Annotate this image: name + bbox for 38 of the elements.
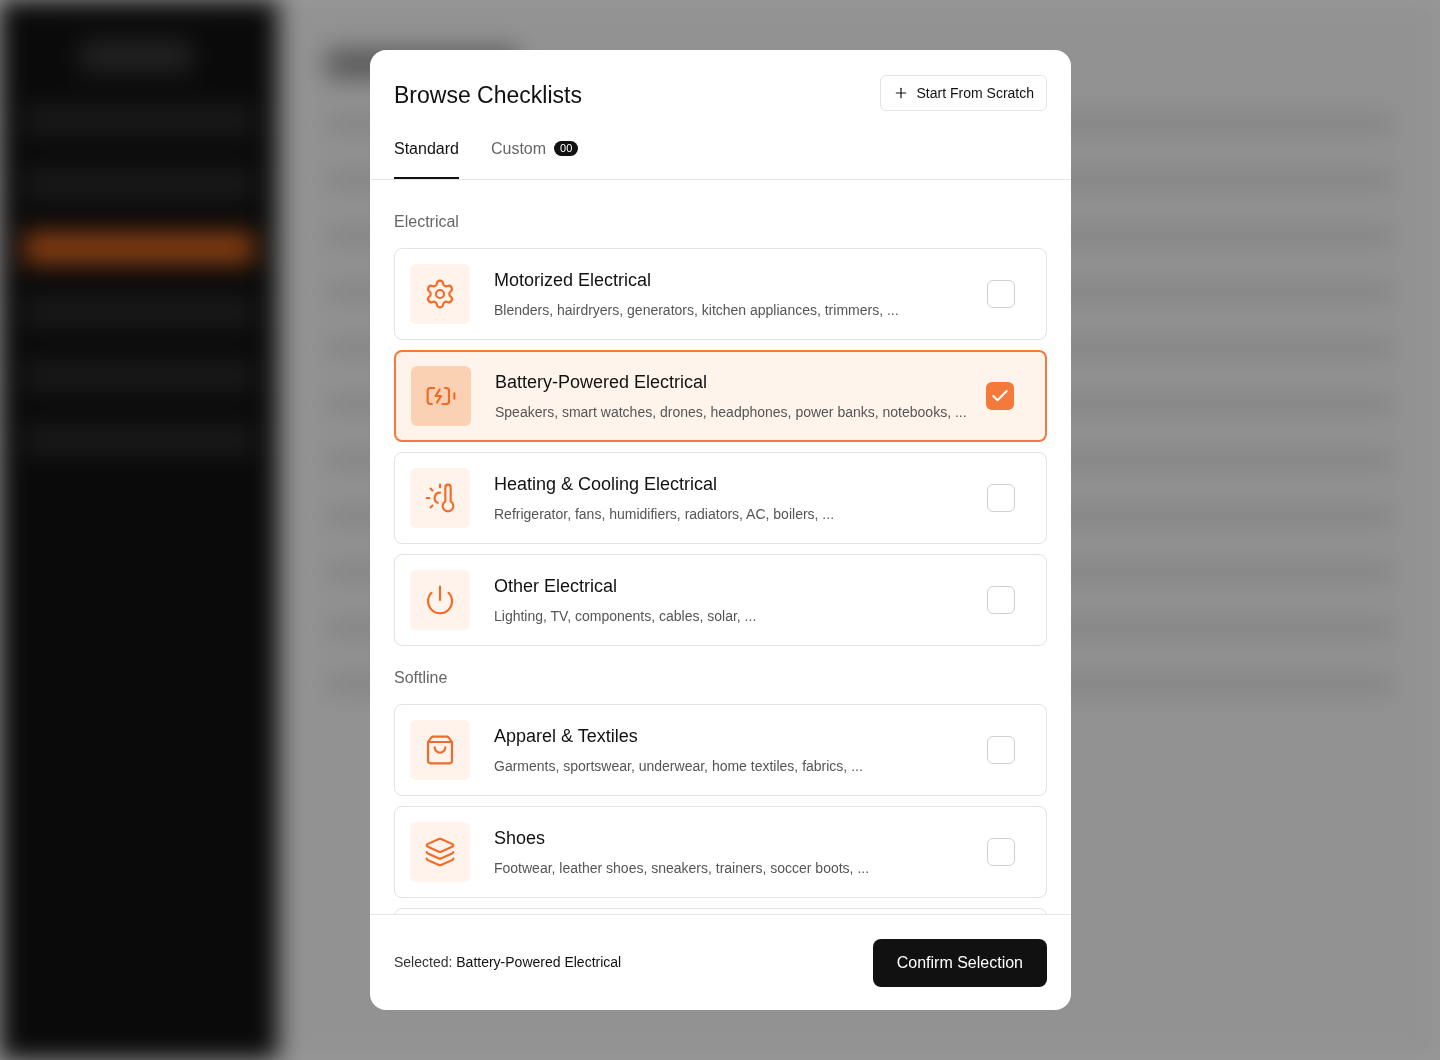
card-description: Footwear, leather shoes, sneakers, trainers, soccer boots, ... (494, 858, 871, 878)
section-heading: Softline (394, 667, 449, 688)
count-badge: 00 (554, 141, 579, 156)
checkbox[interactable] (987, 483, 1015, 512)
card-title: Heating & Cooling Electrical (494, 472, 719, 496)
card-description: Speakers, smart watches, drones, headphones, power banks, notebooks, ... (495, 402, 968, 422)
checklist-card[interactable]: Apparel & Textiles Garments, sportswear, underwear, home textiles, fabrics, ... (394, 703, 1047, 796)
checklist-card[interactable]: Heating & Cooling Electrical Refrigerator, fans, humidifiers, radiators, AC, boilers, ... (394, 451, 1047, 544)
checkbox[interactable] (987, 735, 1015, 764)
card-description: Refrigerator, fans, humidifiers, radiators, AC, boilers, ... (494, 504, 836, 524)
tab[interactable]: Standard (394, 136, 459, 179)
card-title: Battery-Powered Electrical (495, 370, 709, 394)
checkbox[interactable] (987, 585, 1015, 614)
card-description: Lighting, TV, components, cables, solar, ... (494, 606, 758, 626)
checkbox[interactable] (987, 279, 1015, 308)
power-icon (424, 583, 456, 616)
checkbox[interactable] (987, 837, 1015, 866)
checklist-card[interactable]: Shoes Footwear, leather shoes, sneakers, trainers, soccer boots, ... (394, 805, 1047, 898)
tab[interactable]: Custom 00 (490, 136, 579, 179)
section-heading: Electrical (394, 211, 460, 232)
shopping-bag-icon (424, 733, 456, 766)
dialog-title: Browse Checklists (394, 81, 582, 110)
confirm-selection-button[interactable]: Confirm Selection (872, 938, 1047, 987)
card-title: Apparel & Textiles (494, 724, 639, 748)
card-title: Motorized Electrical (494, 268, 653, 292)
thermometer-sun-icon (424, 481, 456, 514)
card-title: Shoes (494, 826, 547, 850)
card-title: Other Electrical (494, 574, 619, 598)
gear-icon (424, 277, 456, 310)
checkbox[interactable] (986, 381, 1014, 410)
layers-icon (424, 835, 456, 868)
selected-summary: Selected: Battery-Powered Electrical (394, 953, 622, 972)
card-description: Garments, sportswear, underwear, home textiles, fabrics, ... (494, 756, 864, 776)
card-description: Blenders, hairdryers, generators, kitchen appliances, trimmers, ... (494, 300, 900, 320)
checklist-card[interactable]: Motorized Electrical Blenders, hairdryers, generators, kitchen appliances, trimmers, ... (394, 247, 1047, 340)
start-from-scratch-button[interactable]: Start From Scratch (879, 75, 1047, 112)
checklist-card[interactable]: Other Electrical Lighting, TV, components, cables, solar, ... (394, 553, 1047, 646)
checklist-card[interactable]: Battery-Powered Electrical Speakers, smart watches, drones, headphones, power banks, notebooks, ... (394, 349, 1047, 442)
